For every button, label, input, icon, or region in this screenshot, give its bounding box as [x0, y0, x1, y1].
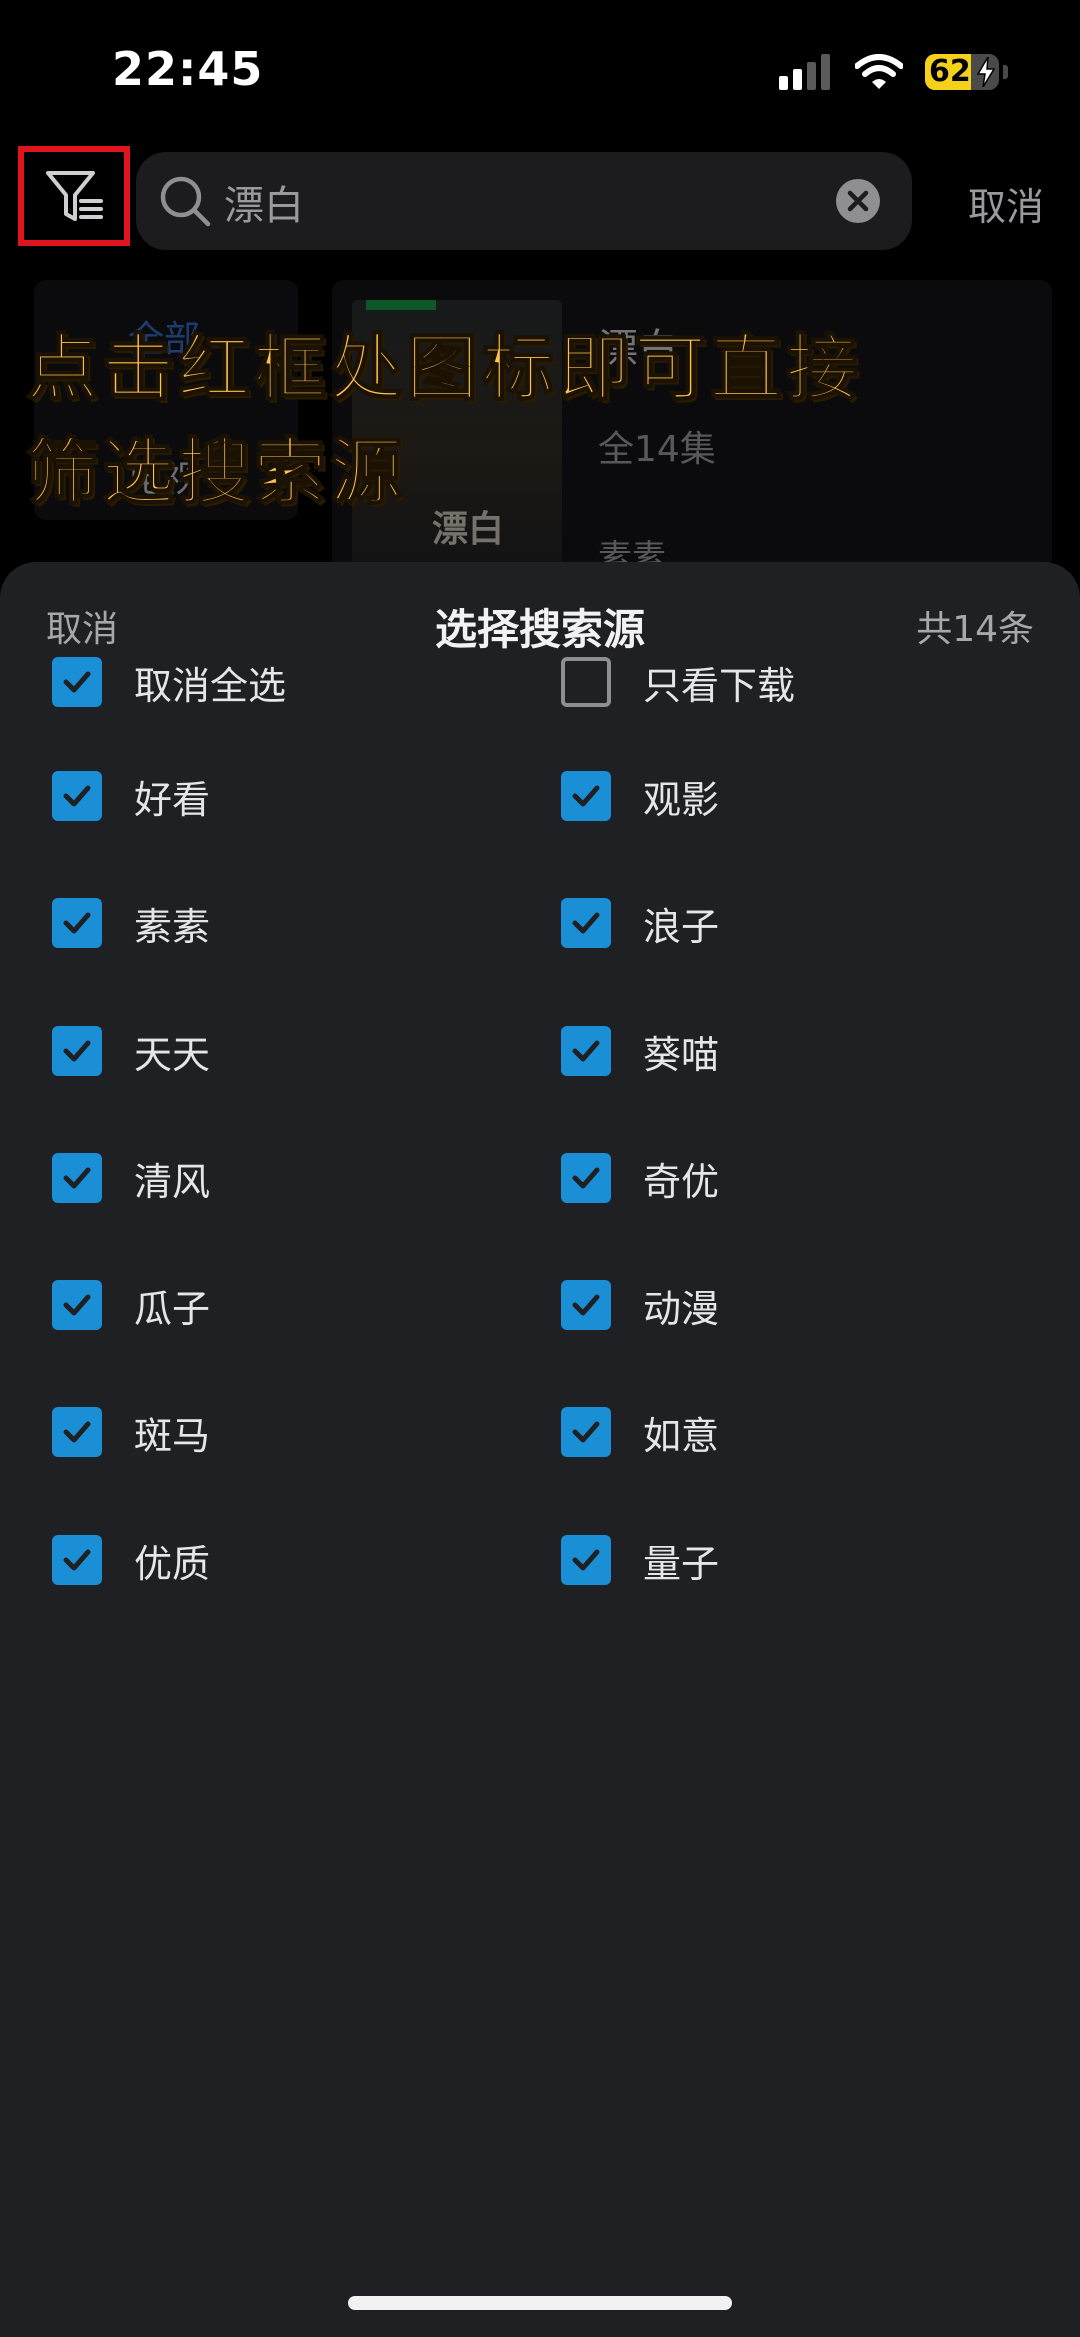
- source-option-label: 只看下载: [643, 663, 796, 708]
- source-option[interactable]: 清风: [52, 1150, 210, 1206]
- checkbox-checked[interactable]: [52, 898, 102, 948]
- checkbox-checked[interactable]: [52, 657, 102, 707]
- checkbox-checked[interactable]: [52, 1026, 102, 1076]
- checkmark-icon: [572, 1294, 600, 1316]
- source-option[interactable]: 天天: [52, 1023, 210, 1079]
- checkmark-icon: [63, 1294, 91, 1316]
- annotation-overlay: 点击红框处图标即可直接 筛选搜索源: [25, 316, 1066, 524]
- source-option-label: 取消全选: [134, 663, 287, 708]
- checkmark-icon: [572, 912, 600, 934]
- source-option-label: 葵喵: [643, 1032, 720, 1077]
- source-option-label: 浪子: [643, 904, 720, 949]
- clear-search-icon[interactable]: [836, 179, 880, 223]
- close-icon: [847, 190, 869, 212]
- wifi-icon: [855, 54, 903, 89]
- checkmark-icon: [572, 1421, 600, 1443]
- search-cancel-button[interactable]: 取消: [968, 176, 1044, 231]
- source-option[interactable]: 如意: [561, 1404, 719, 1460]
- checkmark-icon: [63, 785, 91, 807]
- charging-bolt-icon: [977, 57, 995, 87]
- source-option[interactable]: 瓜子: [52, 1277, 210, 1333]
- checkmark-icon: [63, 912, 91, 934]
- source-option-label: 观影: [643, 777, 720, 822]
- source-option-label: 好看: [134, 777, 211, 822]
- checkbox-checked[interactable]: [52, 1407, 102, 1457]
- checkbox-checked[interactable]: [561, 1407, 611, 1457]
- source-option[interactable]: 斑马: [52, 1404, 210, 1460]
- checkmark-icon: [63, 1549, 91, 1571]
- source-option[interactable]: 素素: [52, 895, 210, 951]
- source-option[interactable]: 葵喵: [561, 1023, 719, 1079]
- source-option-label: 素素: [134, 904, 211, 949]
- cellular-signal-icon: [779, 54, 830, 90]
- source-option-label: 量子: [643, 1541, 720, 1586]
- status-bar: 22:45 62: [0, 0, 1080, 140]
- checkbox-checked[interactable]: [561, 1026, 611, 1076]
- source-selector-sheet: 取消 选择搜索源 共14条 取消全选 只看下载 好看 观影 素素 浪子 天天 葵喵 清风 奇优 瓜子…: [0, 562, 1080, 2337]
- filter-icon: [46, 171, 103, 221]
- search-box: [136, 152, 912, 250]
- home-indicator: [348, 2296, 732, 2310]
- source-option[interactable]: 取消全选: [52, 654, 286, 710]
- battery-icon: 62: [925, 54, 999, 90]
- checkmark-icon: [63, 1167, 91, 1189]
- source-option-label: 优质: [134, 1541, 211, 1586]
- poster-badge: [366, 300, 436, 310]
- battery-cap: [1003, 65, 1008, 79]
- source-option-label: 如意: [643, 1413, 720, 1458]
- checkmark-icon: [572, 1040, 600, 1062]
- status-icons: 62: [779, 50, 1008, 94]
- checkbox-checked[interactable]: [561, 1153, 611, 1203]
- checkbox-checked[interactable]: [52, 1153, 102, 1203]
- source-option-label: 瓜子: [134, 1286, 211, 1331]
- checkmark-icon: [572, 1167, 600, 1189]
- source-option[interactable]: 量子: [561, 1532, 719, 1588]
- checkbox-checked[interactable]: [561, 898, 611, 948]
- search-header: 取消: [0, 140, 1080, 270]
- source-option[interactable]: 浪子: [561, 895, 719, 951]
- battery-level: 62: [929, 54, 971, 89]
- checkbox-checked[interactable]: [561, 771, 611, 821]
- checkbox-checked[interactable]: [561, 1280, 611, 1330]
- annotation-line-2: 筛选搜索源: [25, 429, 407, 515]
- source-option[interactable]: 观影: [561, 768, 719, 824]
- annotation-line-1: 点击红框处图标即可直接: [25, 325, 863, 411]
- checkbox-unchecked[interactable]: [561, 657, 611, 707]
- filter-source-button[interactable]: [18, 146, 130, 246]
- search-icon: [160, 176, 211, 227]
- checkbox-checked[interactable]: [52, 771, 102, 821]
- checkbox-checked[interactable]: [52, 1535, 102, 1585]
- checkmark-icon: [572, 785, 600, 807]
- source-option-label: 奇优: [643, 1159, 720, 1204]
- source-option-label: 清风: [134, 1159, 211, 1204]
- source-option[interactable]: 好看: [52, 768, 210, 824]
- source-option[interactable]: 动漫: [561, 1277, 719, 1333]
- source-option[interactable]: 奇优: [561, 1150, 719, 1206]
- source-option[interactable]: 优质: [52, 1532, 210, 1588]
- search-input[interactable]: [222, 164, 806, 240]
- source-option-label: 天天: [134, 1032, 211, 1077]
- source-option-label: 动漫: [643, 1286, 720, 1331]
- source-option[interactable]: 只看下载: [561, 654, 795, 710]
- checkbox-checked[interactable]: [52, 1280, 102, 1330]
- checkmark-icon: [63, 1421, 91, 1443]
- checkmark-icon: [63, 671, 91, 693]
- checkmark-icon: [63, 1040, 91, 1062]
- checkmark-icon: [572, 1549, 600, 1571]
- status-time: 22:45: [112, 42, 264, 96]
- source-option-label: 斑马: [134, 1413, 211, 1458]
- checkbox-checked[interactable]: [561, 1535, 611, 1585]
- sheet-count: 共14条: [916, 609, 1034, 650]
